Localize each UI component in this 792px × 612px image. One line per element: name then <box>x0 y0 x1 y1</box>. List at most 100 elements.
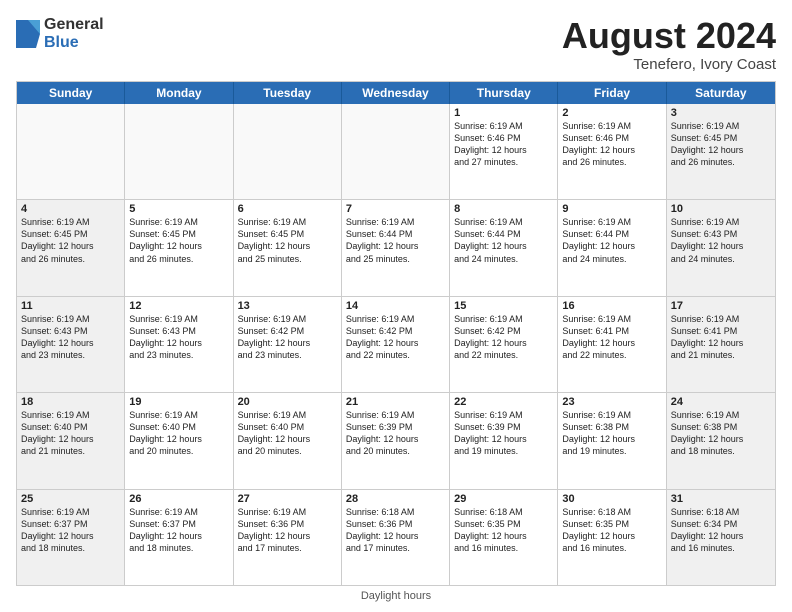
day-number: 12 <box>129 300 228 312</box>
day-info: Sunrise: 6:19 AM Sunset: 6:43 PM Dayligh… <box>21 313 120 362</box>
calendar-row-0: 1Sunrise: 6:19 AM Sunset: 6:46 PM Daylig… <box>17 104 775 200</box>
header: General Blue August 2024 Tenefero, Ivory… <box>16 16 776 73</box>
cal-cell-17: 17Sunrise: 6:19 AM Sunset: 6:41 PM Dayli… <box>667 297 775 392</box>
day-info: Sunrise: 6:19 AM Sunset: 6:40 PM Dayligh… <box>21 409 120 458</box>
calendar: SundayMondayTuesdayWednesdayThursdayFrid… <box>16 81 776 586</box>
day-info: Sunrise: 6:18 AM Sunset: 6:36 PM Dayligh… <box>346 506 445 555</box>
calendar-header: SundayMondayTuesdayWednesdayThursdayFrid… <box>17 82 775 104</box>
day-number: 1 <box>454 107 553 119</box>
day-info: Sunrise: 6:19 AM Sunset: 6:40 PM Dayligh… <box>238 409 337 458</box>
day-number: 2 <box>562 107 661 119</box>
day-number: 20 <box>238 396 337 408</box>
cal-cell-25: 25Sunrise: 6:19 AM Sunset: 6:37 PM Dayli… <box>17 490 125 585</box>
day-number: 18 <box>21 396 120 408</box>
cal-cell-empty-0-3 <box>342 104 450 199</box>
logo: General Blue <box>16 16 104 51</box>
header-day-sunday: Sunday <box>17 82 125 104</box>
cal-cell-23: 23Sunrise: 6:19 AM Sunset: 6:38 PM Dayli… <box>558 393 666 488</box>
day-number: 26 <box>129 493 228 505</box>
title-location: Tenefero, Ivory Coast <box>562 56 776 73</box>
title-month: August 2024 <box>562 16 776 56</box>
calendar-row-1: 4Sunrise: 6:19 AM Sunset: 6:45 PM Daylig… <box>17 200 775 296</box>
day-number: 3 <box>671 107 771 119</box>
day-number: 14 <box>346 300 445 312</box>
day-number: 8 <box>454 203 553 215</box>
footer-note: Daylight hours <box>16 590 776 602</box>
cal-cell-13: 13Sunrise: 6:19 AM Sunset: 6:42 PM Dayli… <box>234 297 342 392</box>
day-info: Sunrise: 6:19 AM Sunset: 6:37 PM Dayligh… <box>21 506 120 555</box>
day-info: Sunrise: 6:19 AM Sunset: 6:45 PM Dayligh… <box>21 216 120 265</box>
cal-cell-18: 18Sunrise: 6:19 AM Sunset: 6:40 PM Dayli… <box>17 393 125 488</box>
day-info: Sunrise: 6:19 AM Sunset: 6:41 PM Dayligh… <box>671 313 771 362</box>
day-info: Sunrise: 6:19 AM Sunset: 6:45 PM Dayligh… <box>671 120 771 169</box>
title-block: August 2024 Tenefero, Ivory Coast <box>562 16 776 73</box>
cal-cell-9: 9Sunrise: 6:19 AM Sunset: 6:44 PM Daylig… <box>558 200 666 295</box>
cal-cell-3: 3Sunrise: 6:19 AM Sunset: 6:45 PM Daylig… <box>667 104 775 199</box>
cal-cell-1: 1Sunrise: 6:19 AM Sunset: 6:46 PM Daylig… <box>450 104 558 199</box>
day-info: Sunrise: 6:19 AM Sunset: 6:43 PM Dayligh… <box>671 216 771 265</box>
day-info: Sunrise: 6:19 AM Sunset: 6:44 PM Dayligh… <box>346 216 445 265</box>
cal-cell-24: 24Sunrise: 6:19 AM Sunset: 6:38 PM Dayli… <box>667 393 775 488</box>
day-number: 27 <box>238 493 337 505</box>
day-info: Sunrise: 6:19 AM Sunset: 6:46 PM Dayligh… <box>562 120 661 169</box>
cal-cell-14: 14Sunrise: 6:19 AM Sunset: 6:42 PM Dayli… <box>342 297 450 392</box>
calendar-row-2: 11Sunrise: 6:19 AM Sunset: 6:43 PM Dayli… <box>17 297 775 393</box>
day-number: 29 <box>454 493 553 505</box>
day-number: 23 <box>562 396 661 408</box>
cal-cell-6: 6Sunrise: 6:19 AM Sunset: 6:45 PM Daylig… <box>234 200 342 295</box>
cal-cell-21: 21Sunrise: 6:19 AM Sunset: 6:39 PM Dayli… <box>342 393 450 488</box>
calendar-row-3: 18Sunrise: 6:19 AM Sunset: 6:40 PM Dayli… <box>17 393 775 489</box>
cal-cell-10: 10Sunrise: 6:19 AM Sunset: 6:43 PM Dayli… <box>667 200 775 295</box>
cal-cell-20: 20Sunrise: 6:19 AM Sunset: 6:40 PM Dayli… <box>234 393 342 488</box>
day-number: 16 <box>562 300 661 312</box>
header-day-wednesday: Wednesday <box>342 82 450 104</box>
cal-cell-12: 12Sunrise: 6:19 AM Sunset: 6:43 PM Dayli… <box>125 297 233 392</box>
day-info: Sunrise: 6:18 AM Sunset: 6:35 PM Dayligh… <box>562 506 661 555</box>
cal-cell-empty-0-1 <box>125 104 233 199</box>
day-info: Sunrise: 6:19 AM Sunset: 6:41 PM Dayligh… <box>562 313 661 362</box>
day-info: Sunrise: 6:19 AM Sunset: 6:36 PM Dayligh… <box>238 506 337 555</box>
day-info: Sunrise: 6:19 AM Sunset: 6:42 PM Dayligh… <box>346 313 445 362</box>
cal-cell-29: 29Sunrise: 6:18 AM Sunset: 6:35 PM Dayli… <box>450 490 558 585</box>
day-number: 11 <box>21 300 120 312</box>
day-info: Sunrise: 6:19 AM Sunset: 6:38 PM Dayligh… <box>671 409 771 458</box>
day-number: 19 <box>129 396 228 408</box>
day-info: Sunrise: 6:19 AM Sunset: 6:40 PM Dayligh… <box>129 409 228 458</box>
day-number: 17 <box>671 300 771 312</box>
day-number: 6 <box>238 203 337 215</box>
day-number: 4 <box>21 203 120 215</box>
header-day-thursday: Thursday <box>450 82 558 104</box>
day-info: Sunrise: 6:19 AM Sunset: 6:44 PM Dayligh… <box>454 216 553 265</box>
cal-cell-31: 31Sunrise: 6:18 AM Sunset: 6:34 PM Dayli… <box>667 490 775 585</box>
cal-cell-7: 7Sunrise: 6:19 AM Sunset: 6:44 PM Daylig… <box>342 200 450 295</box>
day-number: 21 <box>346 396 445 408</box>
day-number: 13 <box>238 300 337 312</box>
day-number: 5 <box>129 203 228 215</box>
header-day-saturday: Saturday <box>667 82 775 104</box>
cal-cell-28: 28Sunrise: 6:18 AM Sunset: 6:36 PM Dayli… <box>342 490 450 585</box>
cal-cell-5: 5Sunrise: 6:19 AM Sunset: 6:45 PM Daylig… <box>125 200 233 295</box>
cal-cell-empty-0-0 <box>17 104 125 199</box>
day-info: Sunrise: 6:19 AM Sunset: 6:45 PM Dayligh… <box>238 216 337 265</box>
cal-cell-27: 27Sunrise: 6:19 AM Sunset: 6:36 PM Dayli… <box>234 490 342 585</box>
day-number: 30 <box>562 493 661 505</box>
cal-cell-26: 26Sunrise: 6:19 AM Sunset: 6:37 PM Dayli… <box>125 490 233 585</box>
day-info: Sunrise: 6:19 AM Sunset: 6:44 PM Dayligh… <box>562 216 661 265</box>
cal-cell-empty-0-2 <box>234 104 342 199</box>
logo-text: General Blue <box>44 16 104 51</box>
day-info: Sunrise: 6:18 AM Sunset: 6:35 PM Dayligh… <box>454 506 553 555</box>
day-number: 10 <box>671 203 771 215</box>
cal-cell-8: 8Sunrise: 6:19 AM Sunset: 6:44 PM Daylig… <box>450 200 558 295</box>
cal-cell-22: 22Sunrise: 6:19 AM Sunset: 6:39 PM Dayli… <box>450 393 558 488</box>
day-info: Sunrise: 6:18 AM Sunset: 6:34 PM Dayligh… <box>671 506 771 555</box>
day-number: 7 <box>346 203 445 215</box>
cal-cell-2: 2Sunrise: 6:19 AM Sunset: 6:46 PM Daylig… <box>558 104 666 199</box>
logo-icon <box>16 20 40 48</box>
day-info: Sunrise: 6:19 AM Sunset: 6:37 PM Dayligh… <box>129 506 228 555</box>
day-info: Sunrise: 6:19 AM Sunset: 6:38 PM Dayligh… <box>562 409 661 458</box>
page: General Blue August 2024 Tenefero, Ivory… <box>0 0 792 612</box>
cal-cell-16: 16Sunrise: 6:19 AM Sunset: 6:41 PM Dayli… <box>558 297 666 392</box>
day-info: Sunrise: 6:19 AM Sunset: 6:39 PM Dayligh… <box>454 409 553 458</box>
day-info: Sunrise: 6:19 AM Sunset: 6:46 PM Dayligh… <box>454 120 553 169</box>
day-number: 31 <box>671 493 771 505</box>
